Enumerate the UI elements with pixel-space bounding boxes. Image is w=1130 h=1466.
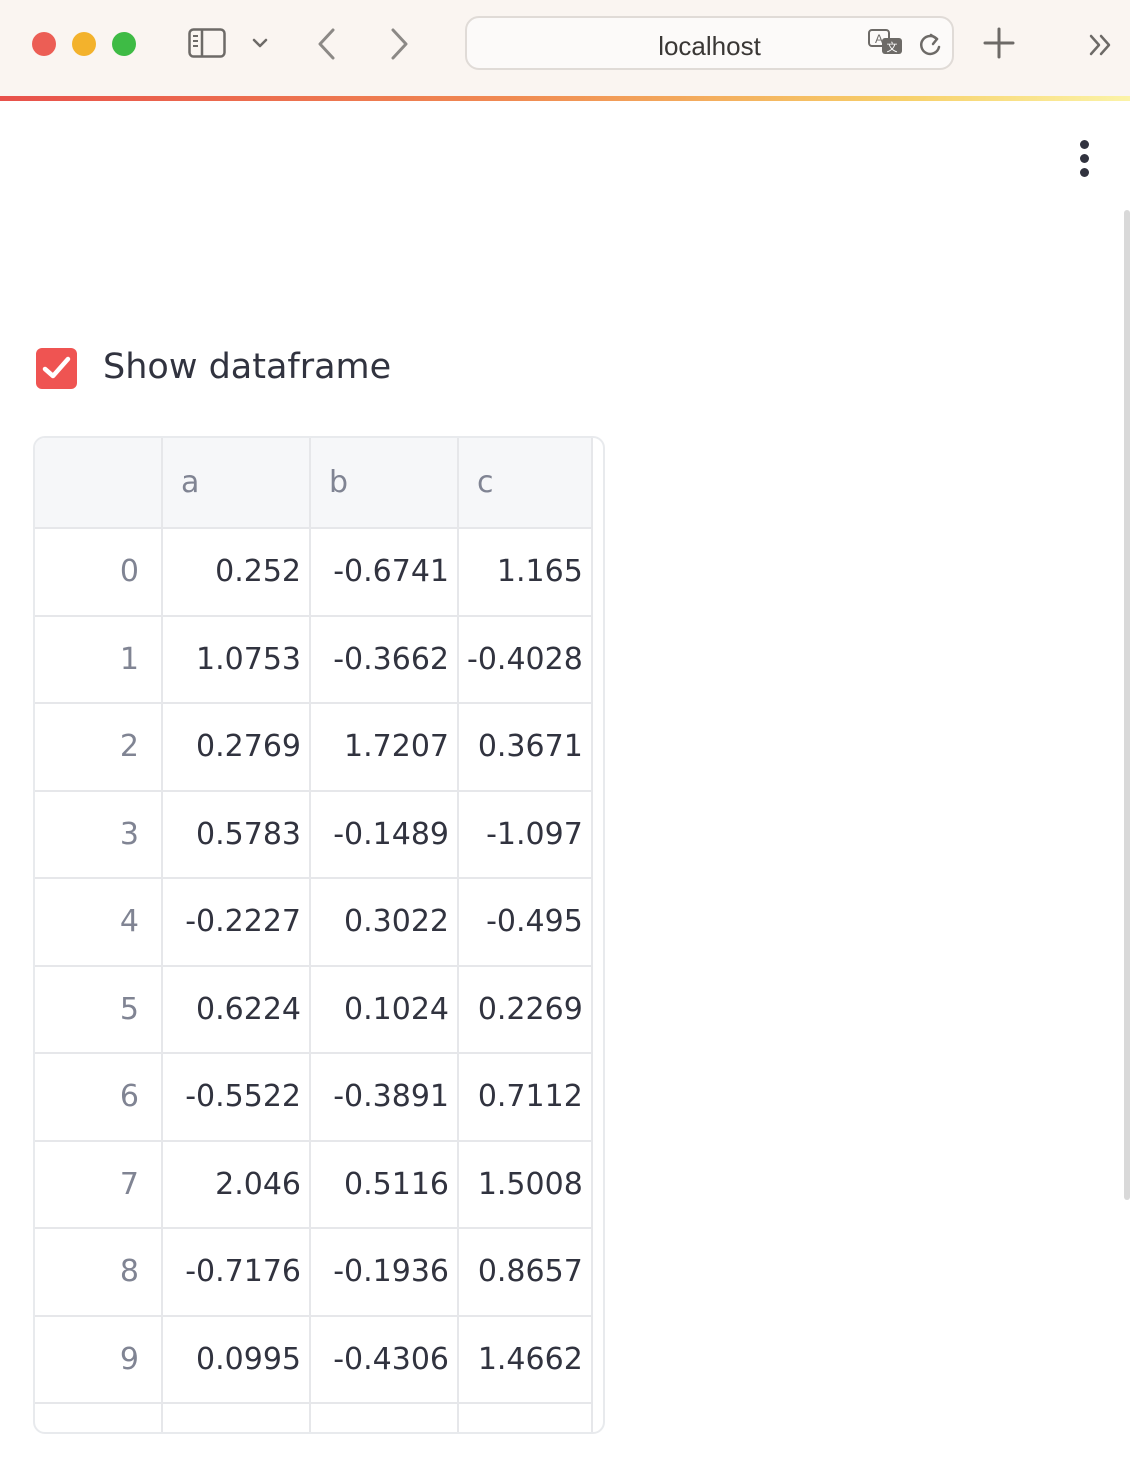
page-scrollbar[interactable]: [1124, 210, 1130, 1200]
forward-icon[interactable]: [384, 26, 414, 62]
table-cell[interactable]: 0.1024: [310, 965, 459, 1054]
table-cell[interactable]: 2.046: [162, 1140, 311, 1229]
table-cell[interactable]: -0.4028: [458, 615, 593, 704]
address-bar[interactable]: localhost A 文: [465, 16, 954, 70]
table-cell[interactable]: 0.8657: [458, 1228, 593, 1317]
svg-text:文: 文: [887, 40, 898, 54]
table-cell[interactable]: -0.1936: [310, 1228, 459, 1317]
checkmark-icon: [42, 356, 71, 379]
table-cell[interactable]: 0.3022: [310, 878, 459, 967]
column-header-a[interactable]: a: [162, 438, 311, 529]
table-cell[interactable]: 0.5783: [162, 790, 311, 879]
table-row: 2 0.2769 1.7207 0.3671: [35, 703, 593, 792]
table-row: 0 0.252 -0.6741 1.165: [35, 528, 593, 617]
translate-icon[interactable]: A 文: [867, 28, 905, 58]
table-cell[interactable]: 0.252: [162, 528, 311, 617]
table-cell: [162, 1403, 311, 1432]
row-index-cell[interactable]: 5: [35, 965, 163, 1054]
show-dataframe-checkbox[interactable]: [36, 348, 77, 389]
table-cell[interactable]: 0.5116: [310, 1140, 459, 1229]
table-row: 8 -0.7176 -0.1936 0.8657: [35, 1228, 593, 1317]
menu-dot: [1080, 154, 1089, 163]
table-row: 7 2.046 0.5116 1.5008: [35, 1140, 593, 1229]
table-cell[interactable]: -0.3662: [310, 615, 459, 704]
row-index-cell[interactable]: 6: [35, 1053, 163, 1142]
table-cell[interactable]: 0.3671: [458, 703, 593, 792]
row-index-cell[interactable]: 0: [35, 528, 163, 617]
table-row: 5 0.6224 0.1024 0.2269: [35, 965, 593, 1054]
browser-toolbar: localhost A 文: [0, 0, 1130, 96]
svg-text:A: A: [875, 32, 883, 46]
zoom-window-button[interactable]: [112, 32, 136, 56]
dataframe-table: a b c 0 0.252 -0.6741 1.165 1 1.0753 -0.…: [35, 438, 593, 1432]
table-cell[interactable]: 0.2769: [162, 703, 311, 792]
table-cell[interactable]: -0.4306: [310, 1315, 459, 1404]
table-row: 4 -0.2227 0.3022 -0.495: [35, 878, 593, 967]
table-cell[interactable]: -0.3891: [310, 1053, 459, 1142]
row-index-cell[interactable]: 7: [35, 1140, 163, 1229]
table-cell[interactable]: -0.495: [458, 878, 593, 967]
table-row: 3 0.5783 -0.1489 -1.097: [35, 790, 593, 879]
row-index-cell[interactable]: 8: [35, 1228, 163, 1317]
table-cell[interactable]: -0.5522: [162, 1053, 311, 1142]
row-index-cell: [35, 1403, 163, 1432]
app-decoration-bar: [0, 96, 1130, 101]
table-cell[interactable]: 1.5008: [458, 1140, 593, 1229]
column-header-c[interactable]: c: [458, 438, 593, 529]
table-cell[interactable]: -1.097: [458, 790, 593, 879]
close-window-button[interactable]: [32, 32, 56, 56]
row-index-cell[interactable]: 4: [35, 878, 163, 967]
table-cell[interactable]: 0.0995: [162, 1315, 311, 1404]
table-cell[interactable]: 1.0753: [162, 615, 311, 704]
row-index-cell[interactable]: 9: [35, 1315, 163, 1404]
row-index-cell[interactable]: 1: [35, 615, 163, 704]
table-cell: [458, 1403, 593, 1432]
table-cell[interactable]: 0.7112: [458, 1053, 593, 1142]
index-column-header[interactable]: [35, 438, 163, 529]
table-cell[interactable]: 0.6224: [162, 965, 311, 1054]
table-row-partial: [35, 1403, 593, 1432]
table-cell[interactable]: 1.7207: [310, 703, 459, 792]
checkbox-label: Show dataframe: [103, 347, 392, 387]
table-cell[interactable]: -0.7176: [162, 1228, 311, 1317]
table-row: 1 1.0753 -0.3662 -0.4028: [35, 615, 593, 704]
table-cell: [310, 1403, 459, 1432]
menu-dot: [1080, 168, 1089, 177]
column-header-b[interactable]: b: [310, 438, 459, 529]
sidebar-toggle-icon[interactable]: [188, 28, 226, 58]
table-cell[interactable]: -0.6741: [310, 528, 459, 617]
chevron-down-icon[interactable]: [249, 32, 271, 54]
table-row: 6 -0.5522 -0.3891 0.7112: [35, 1053, 593, 1142]
double-chevron-right-icon[interactable]: [1086, 30, 1116, 60]
header-row: a b c: [35, 438, 593, 529]
row-index-cell[interactable]: 3: [35, 790, 163, 879]
table-cell[interactable]: 1.4662: [458, 1315, 593, 1404]
minimize-window-button[interactable]: [72, 32, 96, 56]
plus-icon[interactable]: [982, 26, 1016, 60]
table-cell[interactable]: 1.165: [458, 528, 593, 617]
back-icon[interactable]: [312, 26, 342, 62]
row-index-cell[interactable]: 2: [35, 703, 163, 792]
table-row: 9 0.0995 -0.4306 1.4662: [35, 1315, 593, 1404]
reload-icon[interactable]: [917, 30, 943, 58]
kebab-menu-icon[interactable]: [1072, 136, 1098, 178]
table-cell[interactable]: -0.2227: [162, 878, 311, 967]
menu-dot: [1080, 140, 1089, 149]
dataframe[interactable]: a b c 0 0.252 -0.6741 1.165 1 1.0753 -0.…: [33, 436, 605, 1434]
table-cell[interactable]: 0.2269: [458, 965, 593, 1054]
table-cell[interactable]: -0.1489: [310, 790, 459, 879]
